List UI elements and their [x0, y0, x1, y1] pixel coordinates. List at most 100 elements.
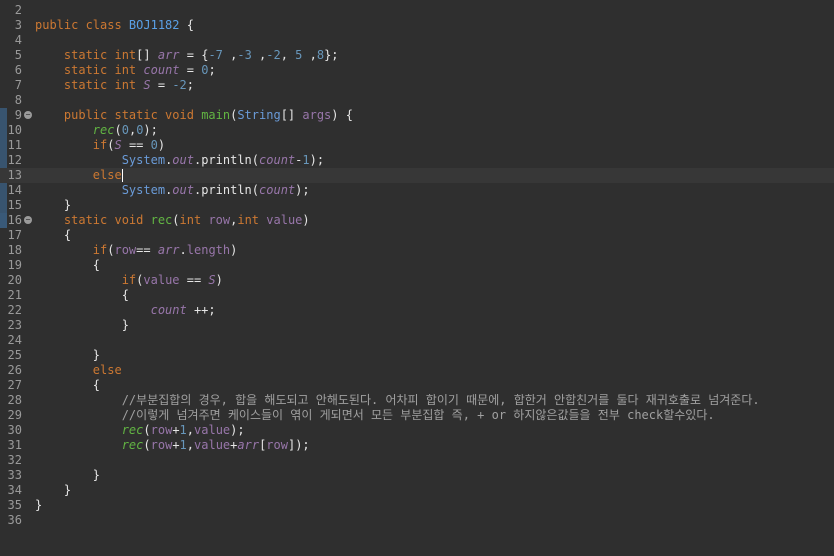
code-token: S [208, 273, 216, 287]
code-line[interactable]: 16− static void rec(int row,int value) [0, 213, 834, 228]
code-token: }; [324, 48, 339, 62]
code-line[interactable]: 10 rec(0,0); [0, 123, 834, 138]
code-line[interactable]: 24 [0, 333, 834, 348]
line-number: 14 [7, 183, 22, 197]
code-line[interactable]: 21 { [0, 288, 834, 303]
code-line[interactable]: 15 } [0, 198, 834, 213]
code-token: public static void [63, 108, 202, 122]
code-token: .println( [193, 183, 260, 197]
line-number: 28 [7, 393, 22, 407]
line-number: 34 [7, 483, 22, 497]
code-line[interactable]: 26 else [0, 363, 834, 378]
code-token: static int [63, 78, 144, 92]
code-token: ) [215, 273, 223, 287]
line-number: 8 [14, 93, 22, 107]
code-token: } [35, 483, 72, 497]
code-line[interactable]: 27 { [0, 378, 834, 393]
line-number: 36 [7, 513, 22, 527]
code-token: ); [309, 153, 325, 167]
code-token: ; [208, 63, 216, 77]
code-line[interactable]: 13 else [0, 168, 834, 183]
code-line[interactable]: 2 [0, 3, 834, 18]
code-token: row [150, 423, 173, 437]
code-line[interactable]: 9− public static void main(String[] args… [0, 108, 834, 123]
code-token: = [179, 63, 202, 77]
code-text: if(row== arr.length) [35, 243, 238, 258]
code-line[interactable]: 18 if(row== arr.length) [0, 243, 834, 258]
code-token: , [222, 48, 238, 62]
code-text: public static void main(String[] args) { [35, 108, 353, 123]
code-token: row [266, 438, 288, 452]
code-token: value [194, 423, 231, 437]
code-line[interactable]: 4 [0, 33, 834, 48]
code-token: value [143, 273, 180, 287]
code-token: row [150, 438, 173, 452]
code-line[interactable]: 17 { [0, 228, 834, 243]
line-number: 33 [7, 468, 22, 482]
code-text: { [35, 228, 71, 243]
line-number: 6 [14, 63, 22, 77]
code-line[interactable]: 20 if(value == S) [0, 273, 834, 288]
code-token: else [92, 363, 122, 377]
code-token: BOJ1182 [128, 18, 180, 32]
code-token: arr [237, 438, 260, 452]
code-line[interactable]: 3 public class BOJ1182 { [0, 18, 834, 33]
code-line[interactable]: 33 } [0, 468, 834, 483]
code-token: rec [150, 213, 173, 227]
code-token: public class [35, 18, 129, 32]
code-line[interactable]: 34 } [0, 483, 834, 498]
code-token: == [121, 138, 151, 152]
code-token: 1 [179, 423, 187, 437]
code-token: rec [92, 123, 115, 137]
code-token: System [121, 183, 166, 197]
code-line[interactable]: 32 [0, 453, 834, 468]
code-text: static void rec(int row,int value) [35, 213, 310, 228]
code-token: rec [121, 423, 144, 437]
code-token: static int [63, 48, 137, 62]
code-token: //부분집합의 경우, 합을 해도되고 안해도된다. 어차피 합이기 때문에, … [121, 393, 760, 407]
code-text: rec(row+1,value+arr[row]); [35, 438, 310, 453]
code-text: else [35, 363, 122, 378]
code-line[interactable]: 22 count ++; [0, 303, 834, 318]
code-line[interactable]: 35} [0, 498, 834, 513]
code-text: count ++; [35, 303, 216, 318]
line-number: 25 [7, 348, 22, 362]
code-line[interactable]: 12 System.out.println(count-1); [0, 153, 834, 168]
line-number: 20 [7, 273, 22, 287]
code-editor[interactable]: 2 3 public class BOJ1182 {4 5 static int[] … [0, 0, 834, 556]
code-line[interactable]: 7 static int S = -2; [0, 78, 834, 93]
code-token: length [186, 243, 231, 257]
code-line[interactable]: 31 rec(row+1,value+arr[row]); [0, 438, 834, 453]
line-number: 16 [7, 213, 22, 227]
code-token: out [172, 183, 194, 197]
line-number: 21 [7, 288, 22, 302]
code-token: { [179, 18, 194, 32]
line-number: 7 [14, 78, 22, 92]
fold-collapse-icon[interactable]: − [24, 111, 32, 119]
line-number: 10 [7, 123, 22, 137]
code-token: value [194, 438, 231, 452]
code-line[interactable]: 19 { [0, 258, 834, 273]
code-line[interactable]: 11 if(S == 0) [0, 138, 834, 153]
code-line[interactable]: 5 static int[] arr = {-7 ,-3 ,-2, 5 ,8}; [0, 48, 834, 63]
code-text: } [35, 198, 71, 213]
code-token: static void [63, 213, 151, 227]
code-token: 1 [302, 153, 310, 167]
code-token: 8 [316, 48, 325, 62]
code-line[interactable]: 8 [0, 93, 834, 108]
code-token: , [302, 48, 317, 62]
code-token: [] [280, 108, 303, 122]
code-line[interactable]: 25 } [0, 348, 834, 363]
code-line[interactable]: 36 [0, 513, 834, 528]
code-line[interactable]: 6 static int count = 0; [0, 63, 834, 78]
code-line[interactable]: 14 System.out.println(count); [0, 183, 834, 198]
fold-collapse-icon[interactable]: − [24, 216, 32, 224]
code-line[interactable]: 23 } [0, 318, 834, 333]
code-line[interactable]: 30 rec(row+1,value); [0, 423, 834, 438]
line-number: 27 [7, 378, 22, 392]
code-line[interactable]: 29 //이렇게 넘겨주면 케이스들이 엮이 게되면서 모든 부분집합 즉, +… [0, 408, 834, 423]
code-line[interactable]: 28 //부분집합의 경우, 합을 해도되고 안해도된다. 어차피 합이기 때문… [0, 393, 834, 408]
